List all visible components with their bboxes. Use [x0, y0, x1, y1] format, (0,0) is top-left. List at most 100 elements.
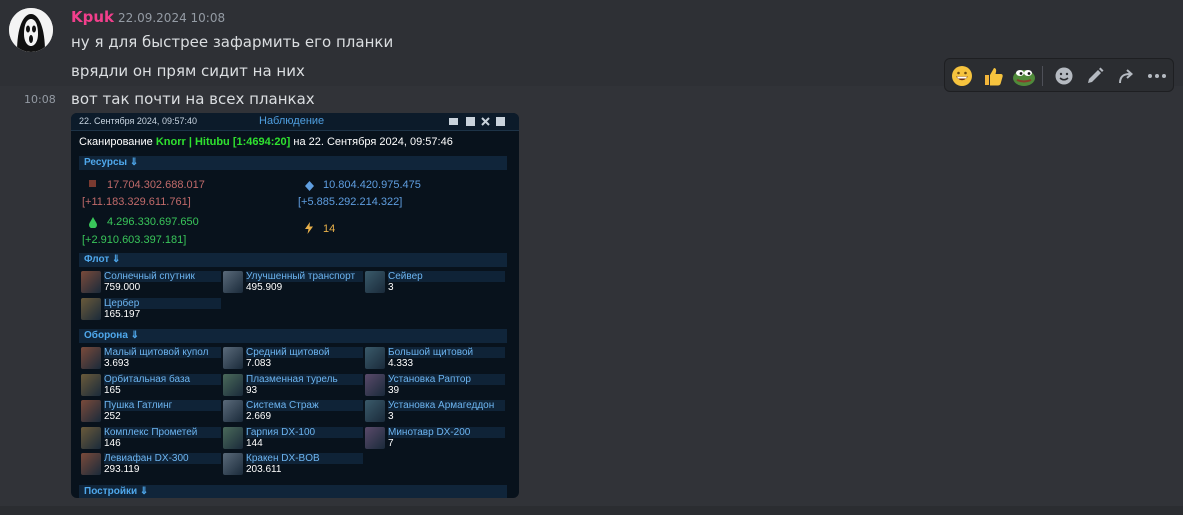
unit-entry: Сейвер 3: [365, 271, 505, 295]
unit-image-icon: [81, 297, 101, 320]
message-timestamp: 22.09.2024 10:08: [118, 11, 226, 25]
unit-image-icon: [365, 373, 385, 396]
unit-entry: Левиафан DX-300 293.119: [81, 453, 221, 477]
unit-name: Солнечный спутник: [104, 271, 221, 282]
message-text-3: вот так почти на всех планках: [71, 90, 315, 108]
pencil-icon: [1088, 67, 1104, 83]
mail-icon: [449, 118, 458, 125]
stop-icon: [496, 117, 505, 126]
unit-name: Система Страж: [246, 400, 363, 411]
deuterium-value: 4.296.330.697.650: [107, 216, 199, 228]
unit-count: 165: [104, 384, 121, 396]
unit-count: 293.119: [104, 464, 140, 475]
save-icon: [466, 117, 475, 126]
pepe-frog-icon: [1013, 70, 1035, 86]
unit-name: Малый щитовой купол: [104, 347, 221, 358]
add-reaction-button[interactable]: [1051, 63, 1077, 89]
unit-image-icon: [365, 271, 385, 293]
unit-name: Плазменная турель: [246, 373, 363, 385]
unit-count: 39: [388, 384, 400, 396]
attachment-image[interactable]: 22. Сентября 2024, 09:57:40 Наблюдение С…: [71, 113, 519, 498]
energy-bolt-icon: [305, 222, 313, 234]
unit-entry: Большой щитовой 4.333: [365, 347, 505, 371]
thumbs-up-reaction-button[interactable]: [980, 63, 1006, 89]
scan-suffix: на 22. Сентября 2024, 09:57:46: [293, 136, 453, 148]
unit-entry: Средний щитовой 7.083: [223, 347, 363, 371]
unit-name: Большой щитовой: [388, 347, 505, 358]
crystal-icon: [305, 181, 314, 191]
resources-header-label: Ресурсы ⇓: [84, 157, 139, 168]
forward-button[interactable]: [1113, 63, 1139, 89]
unit-entry: Кракен DX-BOB 203.611: [223, 453, 363, 477]
scan-line: Сканирование Knorr | Hitubu [1:4694:20] …: [79, 136, 453, 148]
resources-section-header: Ресурсы ⇓: [79, 156, 507, 170]
unit-name: Орбитальная база: [104, 373, 221, 385]
unit-image-icon: [365, 426, 385, 449]
fleet-section-header: Флот ⇓: [79, 253, 507, 267]
unit-count: 146: [104, 437, 121, 449]
close-icon: [481, 117, 490, 126]
unit-image-icon: [365, 347, 385, 369]
unit-name: Гарпия DX-100: [246, 426, 363, 438]
grinning-face-icon: [952, 66, 972, 86]
unit-name: Установка Раптор: [388, 373, 505, 385]
thumbs-up-icon: [985, 68, 1003, 86]
crystal-rate: [+5.885.292.214.322]: [298, 196, 403, 208]
buildings-header-label: Постройки ⇓: [84, 486, 149, 497]
message-input-area-edge: [0, 506, 1183, 515]
report-date: 22. Сентября 2024, 09:57:40: [79, 116, 197, 126]
crystal-value: 10.804.420.975.475: [323, 179, 421, 191]
unit-name: Левиафан DX-300: [104, 453, 221, 464]
deuterium-rate: [+2.910.603.397.181]: [82, 234, 187, 246]
author-name[interactable]: Kpuk: [71, 8, 114, 26]
pepe-reaction-button[interactable]: [1011, 63, 1037, 89]
unit-image-icon: [81, 347, 101, 369]
defense-header-label: Оборона ⇓: [84, 330, 140, 341]
ghostface-avatar-icon: [9, 8, 53, 52]
unit-count: 759.000: [104, 282, 141, 293]
unit-entry: Установка Армагеддон 3: [365, 400, 505, 424]
energy-value: 14: [323, 223, 336, 235]
grinning-face-reaction-button[interactable]: [949, 63, 975, 89]
unit-count: 3.693: [104, 358, 130, 369]
unit-count: 7: [388, 437, 394, 449]
unit-count: 495.909: [246, 282, 283, 293]
unit-image-icon: [223, 426, 243, 449]
unit-entry: Цербер 165.197: [81, 297, 221, 322]
unit-count: 252: [104, 411, 121, 422]
message-text-2: врядли он прям сидит на них: [71, 62, 305, 80]
message-text-1: ну я для быстрее зафармить его планки: [71, 33, 394, 51]
buildings-section-header: Постройки ⇓: [79, 485, 507, 498]
unit-entry: Гарпия DX-100 144: [223, 426, 363, 451]
unit-name: Установка Армагеддон: [388, 400, 505, 411]
unit-entry: Малый щитовой купол 3.693: [81, 347, 221, 371]
message-side-timestamp: 10:08: [24, 93, 56, 106]
unit-entry: Комплекс Прометей 146: [81, 426, 221, 451]
unit-count: 2.669: [246, 411, 272, 422]
unit-entry: Пушка Гатлинг 252: [81, 400, 221, 424]
unit-image-icon: [81, 373, 101, 396]
avatar[interactable]: [9, 8, 53, 52]
unit-entry: Установка Раптор 39: [365, 373, 505, 398]
unit-entry: Солнечный спутник 759.000: [81, 271, 221, 295]
unit-name: Средний щитовой: [246, 347, 363, 358]
unit-image-icon: [223, 400, 243, 422]
edit-button[interactable]: [1082, 63, 1108, 89]
metal-value: 17.704.302.688.017: [107, 179, 205, 191]
metal-rate: [+11.183.329.611.761]: [82, 196, 191, 208]
unit-image-icon: [81, 453, 101, 475]
unit-entry: Улучшенный транспорт 495.909: [223, 271, 363, 295]
toolbar-separator: [1042, 66, 1043, 86]
unit-image-icon: [223, 373, 243, 396]
unit-count: 93: [246, 384, 258, 396]
scan-target: Knorr | Hitubu [1:4694:20]: [155, 136, 291, 148]
unit-name: Цербер: [104, 297, 221, 309]
unit-image-icon: [81, 400, 101, 422]
unit-count: 203.611: [246, 464, 282, 475]
unit-image-icon: [223, 271, 243, 293]
unit-entry: Минотавр DX-200 7: [365, 426, 505, 451]
more-button[interactable]: [1144, 63, 1170, 89]
defense-section-header: Оборона ⇓: [79, 329, 507, 343]
scan-prefix: Сканирование: [79, 136, 153, 148]
unit-image-icon: [81, 271, 101, 293]
